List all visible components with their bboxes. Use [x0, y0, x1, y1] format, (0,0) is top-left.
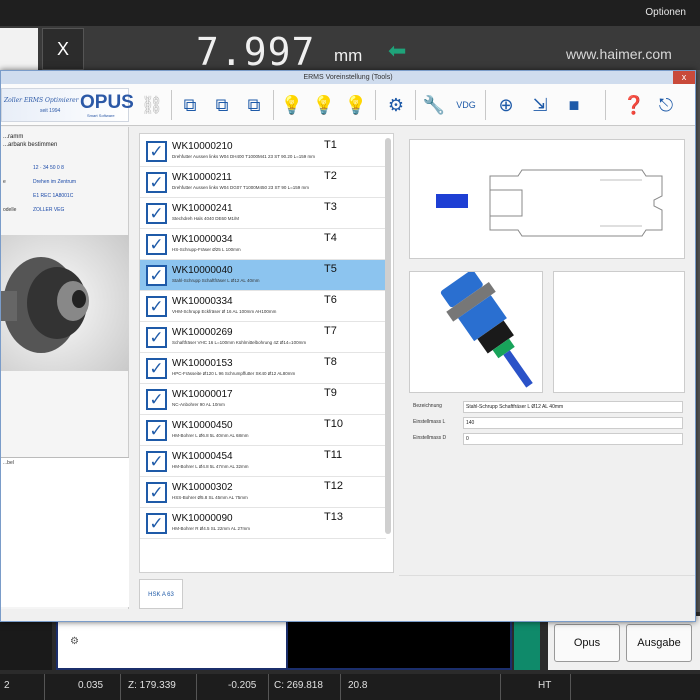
list-item[interactable]: ✓ WK10000450 HM-Bohrer L Ø6.8 5L 40mm AL…	[140, 415, 386, 446]
logo-brand: OPUS	[80, 92, 134, 113]
checkbox-checked-icon[interactable]: ✓	[146, 420, 167, 441]
list-item[interactable]: ✓ WK10000241 Stechdreh Hals 4040 DE60 M1…	[140, 198, 386, 229]
measure-icon[interactable]: ⊕	[491, 90, 521, 120]
dialog-footer-right	[399, 575, 695, 619]
dialog-titlebar: ERMS Voreinstellung (Tools) x	[1, 71, 695, 84]
left-info-panel: ...ramm ...arbank bestimmen 12 · 34 50 0…	[1, 127, 129, 609]
status-cell-2: Z: 179.339	[128, 680, 176, 691]
checkbox-checked-icon[interactable]: ✓	[146, 265, 167, 286]
checkbox-checked-icon[interactable]: ✓	[146, 141, 167, 162]
wrench-icon[interactable]: 🔧	[419, 90, 449, 120]
list-item[interactable]: ✓ WK10000017 NC-Anbohrer 90 AL 10mm T9	[140, 384, 386, 415]
logo-tag: Smart Software	[87, 113, 115, 118]
bulb-doc-icon-3[interactable]: 💡	[341, 90, 371, 120]
exit-icon[interactable]: ⎋	[651, 90, 681, 120]
holder-label[interactable]: HSK A 63	[139, 579, 183, 609]
list-item[interactable]: ✓ WK10000211 Drehfutter Aussen links W04…	[140, 167, 386, 198]
list-item[interactable]: ✓ WK10000302 HSS-Bohrer Ø5.8 SL 45mm AL …	[140, 477, 386, 508]
status-bar: 2 0.035 Z: 179.339 -0.205 C: 269.818 20.…	[0, 674, 700, 700]
list-item[interactable]: ✓ WK10000034 HS-Schrupp-Fräser Ø25 L 100…	[140, 229, 386, 260]
tool-list-icon-1[interactable]: ⧉	[175, 90, 205, 120]
checkbox-checked-icon[interactable]: ✓	[146, 358, 167, 379]
readout-bar: X 7.997 mm ⬅ www.haimer.com	[0, 26, 700, 74]
list-item[interactable]: ✓ WK10000153 HPC-Frässeite Ø120 L 96 Sch…	[140, 353, 386, 384]
dialog-close-button[interactable]: x	[673, 71, 695, 84]
logo-sub: seit 1994	[40, 108, 61, 114]
camera-icon: ⚙	[70, 636, 79, 647]
status-cell-3: -0.205	[228, 680, 257, 691]
preview-canvas-white: ⚙	[56, 616, 288, 670]
3d-cube-icon[interactable]: ■	[559, 90, 589, 120]
checkbox-checked-icon[interactable]: ✓	[146, 451, 167, 472]
status-cell-0: 2	[4, 680, 10, 691]
tool-setup-dialog: ERMS Voreinstellung (Tools) x Zoller ERM…	[0, 70, 696, 622]
tool-properties: Bezeichnung Stahl-Schrupp Schaftfräser L…	[409, 401, 685, 463]
list-item[interactable]: ✓ WK10000210 Drehfutter Aussen links W04…	[140, 136, 386, 167]
notes-box[interactable]: ...bel	[1, 457, 129, 607]
property-row: Einstellmass D 0	[409, 433, 685, 446]
tool-preview-area: Bezeichnung Stahl-Schrupp Schaftfräser L…	[399, 127, 695, 569]
property-row: Einstellmass L 140	[409, 417, 685, 430]
preview-canvas-black	[286, 616, 512, 670]
left-panel-heading: ...ramm ...arbank bestimmen	[3, 134, 58, 148]
property-row: Bezeichnung Stahl-Schrupp Schaftfräser L…	[409, 401, 685, 414]
list-scrollbar[interactable]	[385, 138, 391, 534]
settings-target-icon[interactable]: ⚙	[381, 90, 411, 120]
readout-value: 7.997	[196, 30, 316, 74]
tool-3d-view[interactable]	[409, 270, 543, 393]
bulb-doc-icon-2[interactable]: 💡	[309, 90, 339, 120]
tool-list-icon-3[interactable]: ⧉	[239, 90, 269, 120]
logo-script: Zoller ERMS Optimierer	[4, 97, 79, 104]
opus-button[interactable]: Opus	[554, 624, 620, 662]
dialog-toolbar: Zoller ERMS Optimierer seit 1994 OPUS Sm…	[1, 84, 695, 126]
bulb-doc-icon-1[interactable]: 💡	[277, 90, 307, 120]
tool-list[interactable]: ✓ WK10000210 Drehfutter Aussen links W04…	[139, 133, 394, 573]
checkbox-checked-icon[interactable]: ✓	[146, 389, 167, 410]
property-value[interactable]: 140	[463, 417, 683, 429]
arrow-left-icon: ⬅	[388, 38, 407, 63]
checkbox-checked-icon[interactable]: ✓	[146, 234, 167, 255]
link-broken-icon[interactable]: ⛓	[137, 90, 167, 120]
list-item[interactable]: ✓ WK10000454 HM-Bohrer L Ø4.8 5L 47mm AL…	[140, 446, 386, 477]
options-menu[interactable]: Optionen	[645, 7, 686, 18]
ausgabe-button[interactable]: Ausgabe	[626, 624, 692, 662]
status-cell-6: HT	[538, 680, 552, 691]
status-cell-1: 0.035	[78, 680, 104, 691]
dialog-title: ERMS Voreinstellung (Tools)	[303, 74, 393, 81]
help-icon[interactable]: ❓	[619, 90, 649, 120]
list-item[interactable]: ✓ WK10000334 VHM-Schrupp Eckfräser Ø 16 …	[140, 291, 386, 322]
import-icon[interactable]: ⇲	[525, 90, 555, 120]
list-item-selected[interactable]: ✓ WK10000040 Stahl-Schrupp Schaftfräser …	[140, 260, 386, 291]
list-item[interactable]: ✓ WK10000269 Schaftfräser VHC 16 L=100mm…	[140, 322, 386, 353]
tool-secondary-view	[553, 271, 685, 393]
tool-list-icon-2[interactable]: ⧉	[207, 90, 237, 120]
list-item[interactable]: ✓ WK10000090 HM-Bohrer R Ø4.5 SL 22mm AL…	[140, 508, 386, 539]
checkbox-checked-icon[interactable]: ✓	[146, 172, 167, 193]
property-value[interactable]: Stahl-Schrupp Schaftfräser L Ø12 AL 40mm	[463, 401, 683, 413]
close-button[interactable]: X	[42, 28, 84, 70]
opus-logo: Zoller ERMS Optimierer seit 1994 OPUS Sm…	[1, 88, 134, 122]
status-cell-4: C: 269.818	[274, 680, 323, 691]
checkbox-checked-icon[interactable]: ✓	[146, 482, 167, 503]
top-bar: Optionen	[0, 0, 700, 26]
website-url: www.haimer.com	[566, 46, 672, 62]
machine-part-image	[1, 235, 129, 371]
checkbox-checked-icon[interactable]: ✓	[146, 513, 167, 534]
vdg-icon[interactable]: VDG	[451, 90, 481, 120]
status-green-block	[514, 616, 540, 670]
bottom-button-row: Opus Ausgabe	[548, 616, 700, 670]
readout-left-panel	[0, 28, 38, 70]
checkbox-checked-icon[interactable]: ✓	[146, 296, 167, 317]
checkbox-checked-icon[interactable]: ✓	[146, 203, 167, 224]
checkbox-checked-icon[interactable]: ✓	[146, 327, 167, 348]
tool-drawing-view	[409, 139, 685, 259]
status-cell-5: 20.8	[348, 680, 368, 691]
property-value[interactable]: 0	[463, 433, 683, 445]
readout-unit: mm	[334, 46, 363, 65]
